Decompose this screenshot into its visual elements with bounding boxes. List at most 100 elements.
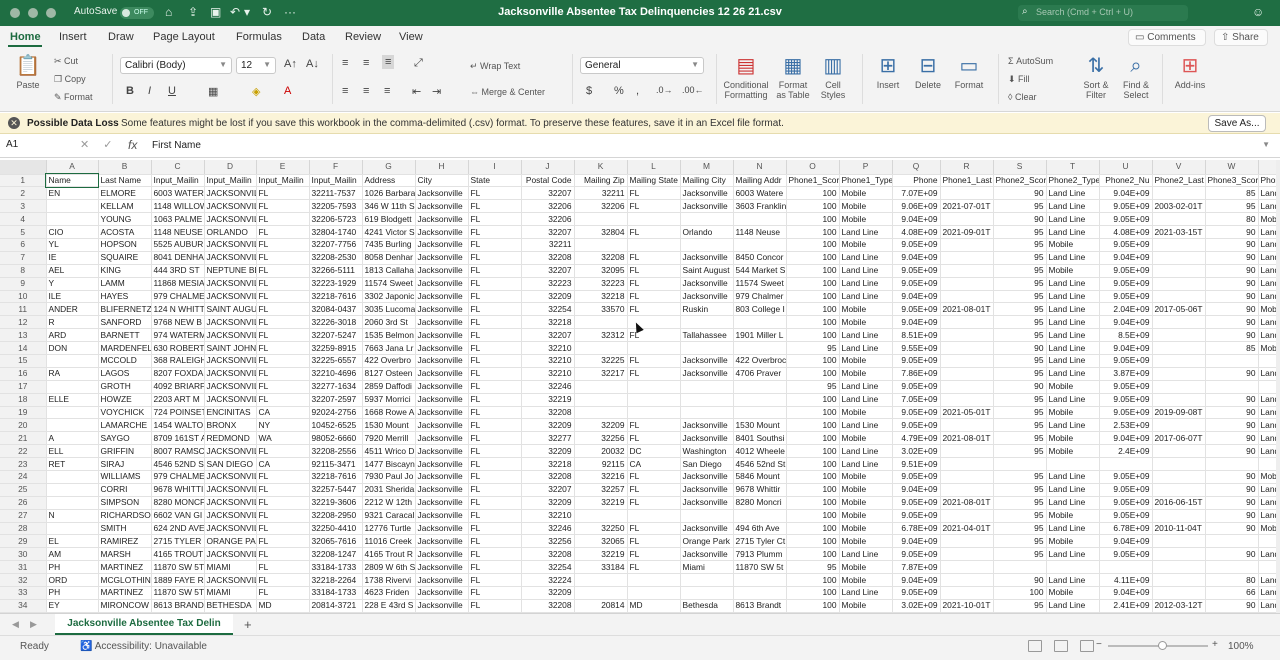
cell[interactable]: Tallahassee bbox=[680, 328, 734, 343]
cell[interactable]: MD bbox=[627, 599, 681, 613]
cell[interactable]: 228 E 43rd S bbox=[362, 599, 416, 613]
cell[interactable]: 2.53E+09 bbox=[1099, 418, 1153, 433]
share-button[interactable]: ⇧ Share bbox=[1214, 29, 1268, 46]
cell[interactable] bbox=[1258, 534, 1278, 549]
cell[interactable]: JACKSONVILL bbox=[204, 483, 257, 497]
cell[interactable]: 7930 Paul Jo bbox=[362, 470, 416, 484]
cell[interactable]: 9.05E+09 bbox=[1099, 238, 1153, 252]
cell[interactable]: FL bbox=[256, 380, 310, 394]
cell[interactable]: JACKSONVILL bbox=[204, 573, 257, 587]
cell[interactable]: 95 bbox=[993, 302, 1047, 317]
cell[interactable]: Jacksonville bbox=[415, 367, 469, 381]
cell[interactable]: Jacksonville bbox=[415, 599, 469, 613]
cell[interactable] bbox=[940, 586, 994, 600]
cell[interactable]: ANDER bbox=[46, 302, 99, 317]
cell[interactable] bbox=[1205, 534, 1259, 549]
cell[interactable]: FL bbox=[468, 251, 522, 265]
cell[interactable]: Mobile bbox=[1046, 534, 1100, 549]
cell[interactable]: 32312 bbox=[574, 328, 628, 343]
column-header[interactable]: P bbox=[839, 160, 893, 175]
cell[interactable]: 95 bbox=[993, 470, 1047, 484]
cell[interactable]: Land Line bbox=[839, 418, 893, 433]
cell[interactable]: FL bbox=[627, 547, 681, 562]
cell[interactable]: 32208-2950 bbox=[309, 509, 363, 523]
cell[interactable]: 32250 bbox=[574, 522, 628, 536]
cell[interactable] bbox=[1046, 560, 1100, 575]
cell[interactable] bbox=[1205, 380, 1259, 394]
cell[interactable]: 90 bbox=[993, 341, 1047, 355]
cell[interactable]: 2212 W 12th bbox=[362, 496, 416, 510]
cell[interactable]: San Diego bbox=[680, 457, 734, 471]
cell[interactable]: JACKSONVILL bbox=[204, 212, 257, 227]
column-header[interactable]: V bbox=[1152, 160, 1206, 175]
cell[interactable]: 92024-2756 bbox=[309, 406, 363, 420]
cell[interactable]: 32223 bbox=[521, 277, 575, 291]
cell[interactable] bbox=[627, 212, 681, 227]
cell[interactable]: 979 CHALME bbox=[151, 290, 205, 304]
cell[interactable]: 66 bbox=[1205, 586, 1259, 600]
cell[interactable] bbox=[680, 509, 734, 523]
cell[interactable]: 32216 bbox=[574, 470, 628, 484]
cell[interactable]: 7.05E+09 bbox=[892, 393, 941, 407]
cell[interactable]: 90 bbox=[1205, 599, 1259, 613]
cell[interactable]: 9321 Caracal bbox=[362, 509, 416, 523]
cell[interactable]: 32210-4696 bbox=[309, 367, 363, 381]
cell[interactable]: 32210 bbox=[521, 367, 575, 381]
cell[interactable] bbox=[940, 573, 994, 587]
cell[interactable]: Name bbox=[45, 173, 99, 188]
cell[interactable] bbox=[940, 534, 994, 549]
cell[interactable]: 9.04E+09 bbox=[892, 251, 941, 265]
cell[interactable]: 95 bbox=[993, 547, 1047, 562]
cell[interactable]: SANFORD bbox=[98, 315, 152, 330]
cell[interactable]: Orange Park bbox=[680, 534, 734, 549]
cell[interactable] bbox=[1152, 418, 1206, 433]
cell[interactable] bbox=[1152, 509, 1206, 523]
cell[interactable] bbox=[627, 573, 681, 587]
row-header[interactable]: 13 bbox=[0, 328, 47, 343]
cell[interactable]: SAINT JOHNS bbox=[204, 341, 257, 355]
align-top-icon[interactable]: ≡ bbox=[342, 57, 348, 69]
cell[interactable]: 9.04E+09 bbox=[1099, 586, 1153, 600]
cell[interactable]: 32218-7616 bbox=[309, 470, 363, 484]
cell[interactable]: Jacksonville bbox=[415, 380, 469, 394]
cell[interactable]: 100 bbox=[786, 470, 840, 484]
cell[interactable] bbox=[46, 199, 99, 214]
cell[interactable]: Land Line bbox=[1258, 186, 1278, 201]
cell[interactable]: MARTINEZ bbox=[98, 586, 152, 600]
cell[interactable]: 368 RALEIGH bbox=[151, 354, 205, 368]
cell[interactable]: AEL bbox=[46, 264, 99, 278]
cell[interactable]: FL bbox=[256, 264, 310, 278]
cell[interactable]: FL bbox=[256, 573, 310, 587]
cell[interactable]: 2017-05-06T bbox=[1152, 302, 1206, 317]
cell[interactable]: FL bbox=[468, 199, 522, 214]
cell[interactable]: JACKSONVILL bbox=[204, 290, 257, 304]
cell[interactable]: 32208 bbox=[574, 251, 628, 265]
cell[interactable]: FL bbox=[627, 431, 681, 446]
cell[interactable] bbox=[46, 354, 99, 368]
cell[interactable]: Land Line bbox=[1258, 199, 1278, 214]
cell[interactable]: Land Line bbox=[1258, 328, 1278, 343]
wrap-text-button[interactable]: ↵ Wrap Text bbox=[470, 61, 520, 72]
cell[interactable]: Land Line bbox=[1258, 431, 1278, 446]
cell[interactable] bbox=[733, 509, 787, 523]
cell[interactable]: FL bbox=[468, 238, 522, 252]
cell[interactable]: FL bbox=[468, 393, 522, 407]
cell[interactable] bbox=[574, 315, 628, 330]
cell[interactable] bbox=[1205, 354, 1259, 368]
cell[interactable]: FL bbox=[468, 264, 522, 278]
cell[interactable]: 444 3RD ST bbox=[151, 264, 205, 278]
cell[interactable]: 32208-2530 bbox=[309, 251, 363, 265]
cell[interactable] bbox=[993, 457, 1047, 471]
cell[interactable]: 8007 RAMSC bbox=[151, 444, 205, 459]
cell[interactable]: FL bbox=[468, 418, 522, 433]
cell[interactable]: 90 bbox=[1205, 483, 1259, 497]
cell[interactable]: Land Line bbox=[1258, 315, 1278, 330]
cell[interactable]: 1738 Rivervi bbox=[362, 573, 416, 587]
cell[interactable]: 6.78E+09 bbox=[892, 522, 941, 536]
column-header[interactable]: A bbox=[46, 160, 99, 175]
cell[interactable]: Land Line bbox=[839, 341, 893, 355]
cell[interactable]: JACKSONVILL bbox=[204, 380, 257, 394]
cell[interactable]: 5846 Mount bbox=[733, 470, 787, 484]
cell[interactable]: Jacksonville bbox=[415, 496, 469, 510]
cell[interactable]: FL bbox=[468, 225, 522, 239]
